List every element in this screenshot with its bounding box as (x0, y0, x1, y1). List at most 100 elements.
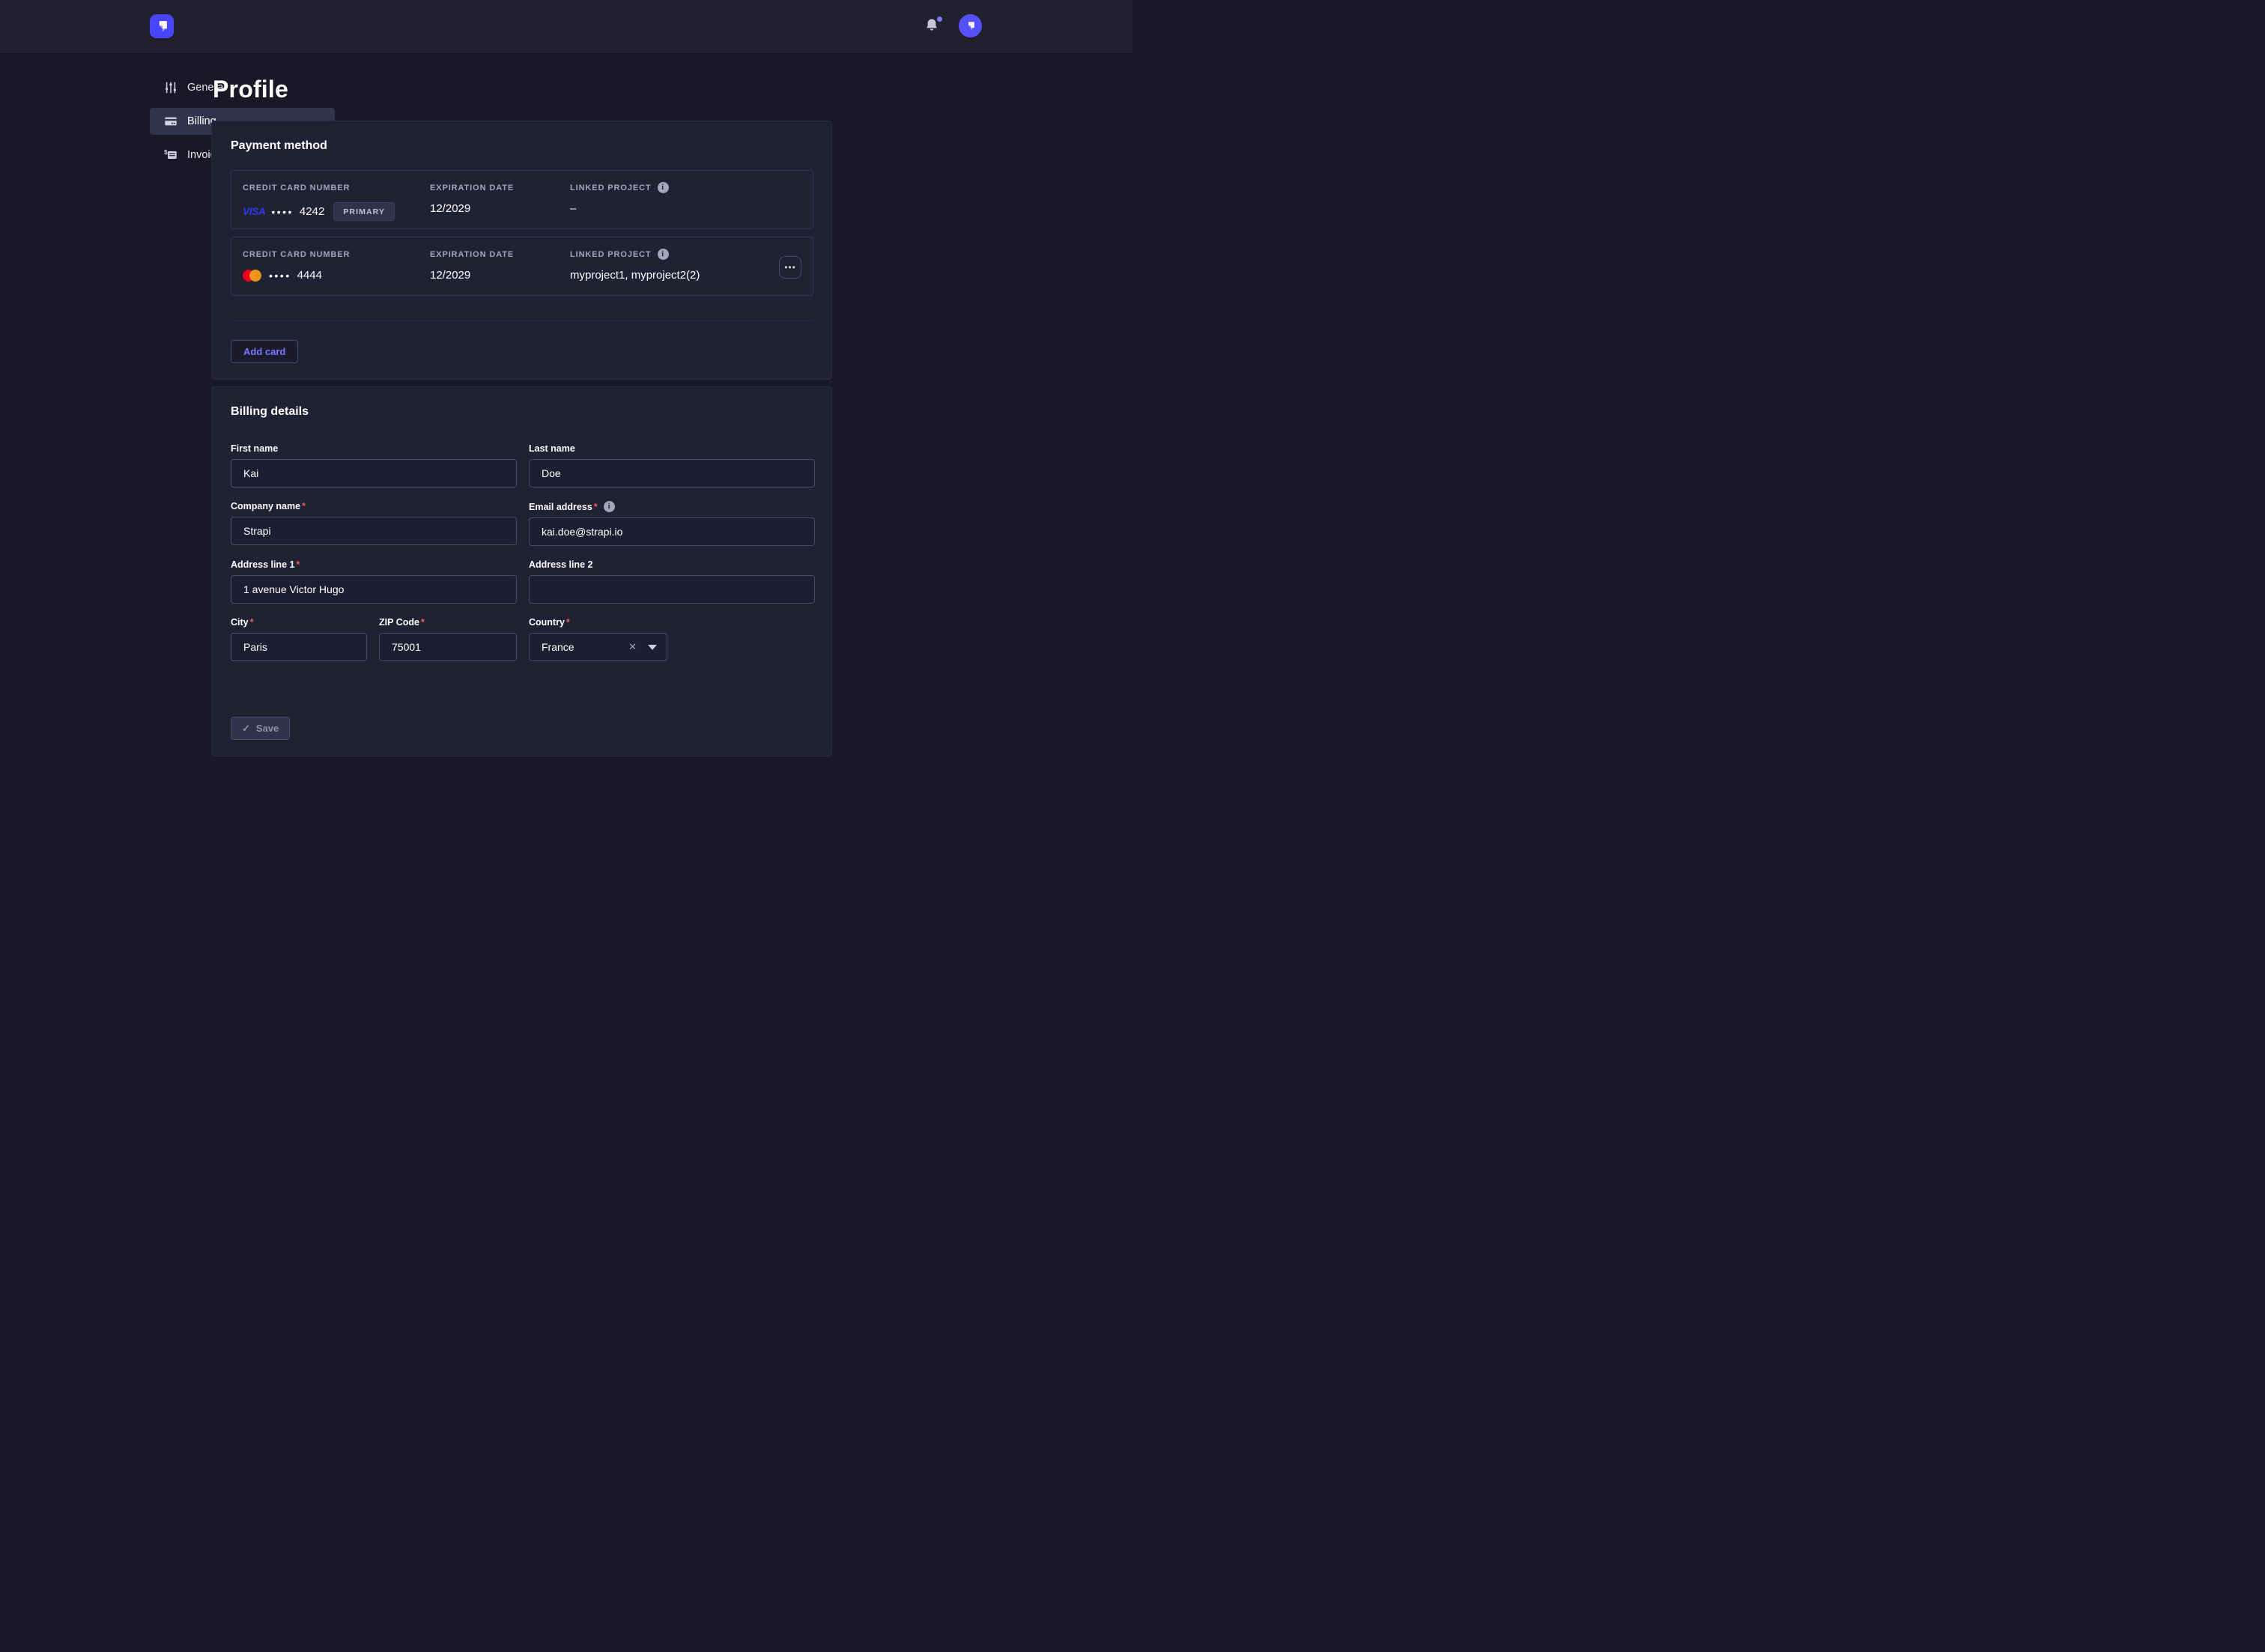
notification-dot (937, 16, 942, 22)
add-card-button[interactable]: Add card (231, 340, 298, 363)
country-select[interactable]: France ✕ (529, 633, 667, 661)
credit-card-icon (163, 114, 178, 129)
info-icon[interactable]: i (658, 182, 669, 193)
field-label-text: Address line 2 (529, 559, 592, 570)
card-last4: 4242 (300, 205, 324, 218)
notifications-bell-icon[interactable] (924, 18, 939, 34)
card-dots: •••• (271, 206, 294, 218)
zip-code-label: ZIP Code * (379, 617, 517, 628)
credit-card-row-visa: CREDIT CARD NUMBER VISA •••• 4242 PRIMAR… (231, 170, 813, 229)
company-name-field: Company name * (231, 501, 517, 546)
required-marker: * (250, 617, 254, 628)
credit-card-col: CREDIT CARD NUMBER VISA •••• 4242 PRIMAR… (243, 182, 430, 221)
main-content: Profile Payment method CREDIT CARD NUMBE… (211, 52, 1132, 763)
address-line2-input[interactable] (529, 575, 815, 604)
primary-badge: PRIMARY (333, 202, 395, 221)
city-field: City * (231, 617, 367, 661)
city-input[interactable] (231, 633, 367, 661)
address-line1-label: Address line 1 * (231, 559, 517, 570)
company-name-label: Company name * (231, 501, 517, 511)
payment-method-card: Payment method CREDIT CARD NUMBER VISA •… (211, 121, 832, 380)
field-label-text: ZIP Code (379, 617, 419, 628)
credit-card-row-mastercard: CREDIT CARD NUMBER •••• 4444 EXPIRATION … (231, 237, 813, 296)
linked-project-value: myproject1, myproject2(2) (570, 269, 779, 282)
zip-code-field: ZIP Code * (379, 617, 517, 661)
last-name-input[interactable] (529, 459, 815, 488)
city-label: City * (231, 617, 367, 628)
credit-card-number-value: •••• 4444 (243, 269, 430, 282)
required-marker: * (594, 502, 598, 512)
required-marker: * (302, 501, 306, 511)
linked-project-label-text: LINKED PROJECT (570, 183, 652, 192)
country-field: Country * France ✕ (529, 617, 815, 661)
avatar-strapi-glyph (964, 19, 977, 32)
email-field: Email address * i (529, 501, 815, 546)
first-name-input[interactable] (231, 459, 517, 488)
credit-card-number-label: CREDIT CARD NUMBER (243, 249, 430, 260)
card-dots: •••• (269, 270, 291, 282)
field-label-text: Address line 1 (231, 559, 294, 570)
card-last4: 4444 (297, 269, 322, 282)
credit-card-number-value: VISA •••• 4242 PRIMARY (243, 202, 430, 221)
first-name-label: First name (231, 443, 517, 454)
email-label: Email address * i (529, 501, 815, 512)
linked-project-label-text: LINKED PROJECT (570, 250, 652, 259)
expiration-date-label: EXPIRATION DATE (430, 182, 570, 193)
info-icon[interactable]: i (658, 249, 669, 260)
company-name-input[interactable] (231, 517, 517, 545)
field-label-text: Company name (231, 501, 300, 511)
address-line1-field: Address line 1 * (231, 559, 517, 604)
country-label: Country * (529, 617, 815, 628)
required-marker: * (421, 617, 425, 628)
save-button-label: Save (256, 723, 279, 734)
billing-details-heading: Billing details (231, 405, 813, 419)
top-bar (0, 0, 1132, 52)
credit-card-col: CREDIT CARD NUMBER •••• 4444 (243, 249, 430, 282)
first-name-field: First name (231, 443, 517, 488)
linked-project-col: LINKED PROJECT i myproject1, myproject2(… (570, 249, 779, 282)
address-line2-label: Address line 2 (529, 559, 815, 570)
check-icon: ✓ (242, 723, 250, 735)
required-marker: * (296, 559, 300, 570)
linked-project-label: LINKED PROJECT i (570, 182, 801, 193)
save-button[interactable]: ✓ Save (231, 717, 290, 740)
zip-code-input[interactable] (379, 633, 517, 661)
field-label-text: Email address (529, 502, 592, 512)
required-marker: * (566, 617, 570, 628)
last-name-field: Last name (529, 443, 815, 488)
mastercard-icon (243, 270, 262, 282)
topbar-actions (924, 14, 982, 37)
strapi-logo[interactable] (150, 14, 174, 38)
field-label-text: Last name (529, 443, 575, 454)
settings-sidebar: General Billing $ (0, 52, 211, 763)
expiration-col: EXPIRATION DATE 12/2029 (430, 182, 570, 215)
linked-project-col: LINKED PROJECT i – (570, 182, 801, 215)
expiration-col: EXPIRATION DATE 12/2029 (430, 249, 570, 282)
address-line1-input[interactable] (231, 575, 517, 604)
country-select-value: France (542, 641, 628, 653)
field-label-text: Country (529, 617, 565, 628)
info-icon[interactable]: i (604, 501, 615, 512)
clear-selection-icon[interactable]: ✕ (628, 641, 637, 653)
email-input[interactable] (529, 517, 815, 546)
field-label-text: City (231, 617, 249, 628)
field-label-text: First name (231, 443, 278, 454)
visa-logo: VISA (243, 206, 265, 217)
chevron-down-icon[interactable] (648, 645, 657, 650)
strapi-logo-icon (154, 18, 170, 34)
user-avatar[interactable] (959, 14, 982, 37)
billing-form: First name Last name Company (231, 443, 813, 675)
billing-details-card: Billing details First name Last name (211, 386, 832, 756)
linked-project-label: LINKED PROJECT i (570, 249, 779, 260)
expiration-date-value: 12/2029 (430, 202, 570, 215)
credit-card-number-label: CREDIT CARD NUMBER (243, 182, 430, 193)
address-line2-field: Address line 2 (529, 559, 815, 604)
expiration-date-label: EXPIRATION DATE (430, 249, 570, 260)
page-title: Profile (213, 76, 1132, 103)
city-zip-row: City * ZIP Code * (231, 617, 517, 661)
card-actions-more-button[interactable]: ••• (779, 256, 801, 279)
linked-project-value: – (570, 202, 801, 215)
expiration-date-value: 12/2029 (430, 269, 570, 282)
sliders-icon (163, 80, 178, 95)
svg-text:$: $ (164, 149, 168, 156)
